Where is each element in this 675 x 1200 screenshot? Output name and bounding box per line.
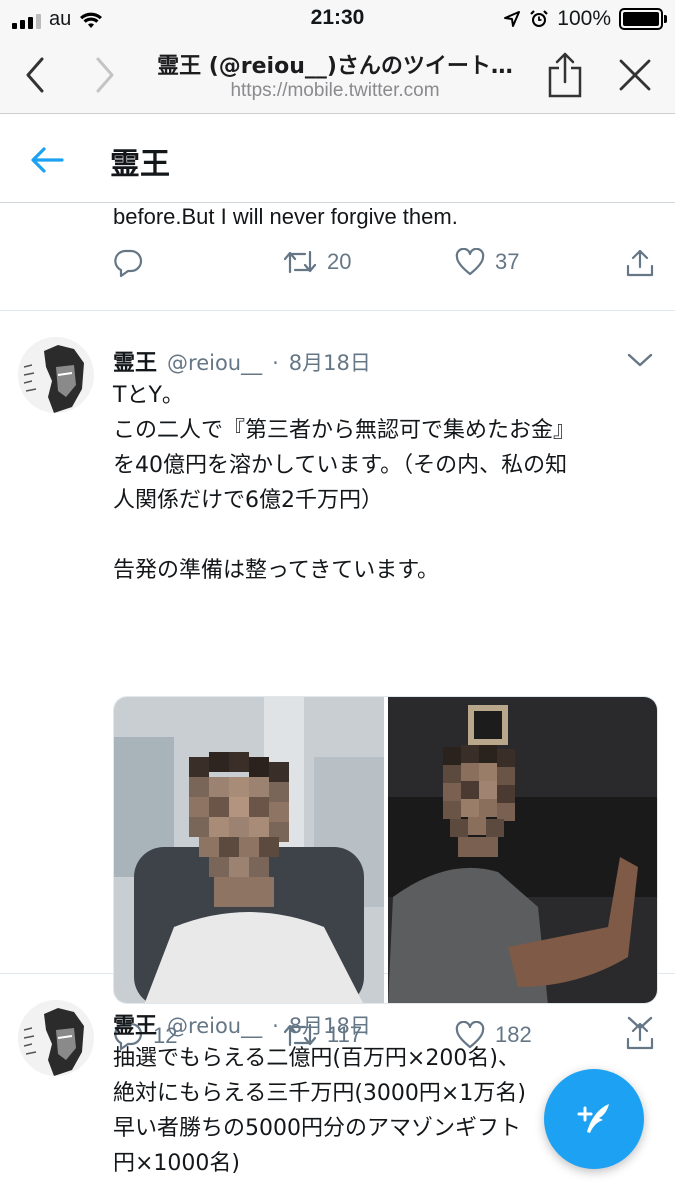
- reply-button[interactable]: [113, 248, 143, 278]
- app-header: 霊王: [0, 115, 675, 203]
- tweet-date[interactable]: 8月18日: [289, 347, 371, 377]
- share-icon[interactable]: [540, 50, 590, 100]
- tweet-line: この二人で『第三者から無認可で集めたお金』: [113, 418, 576, 443]
- tweet-line: を40億円を溶かしています。（その内、私の知: [113, 453, 568, 478]
- retweet-button[interactable]: 20: [283, 248, 351, 276]
- forward-icon[interactable]: [80, 50, 130, 100]
- reply-icon: [114, 249, 143, 278]
- alarm-icon: [530, 10, 549, 27]
- retweet-icon: [283, 250, 317, 274]
- battery-icon: [619, 8, 667, 30]
- status-bar: au 21:30 100%: [0, 0, 675, 40]
- arrow-left-icon[interactable]: [22, 135, 72, 185]
- like-icon: [455, 248, 485, 276]
- location-icon: [504, 11, 521, 27]
- tweet-line: TとY。: [113, 383, 184, 408]
- tweet-text: before.But I will never forgive them.: [113, 204, 458, 229]
- page-url[interactable]: https://mobile.twitter.com: [135, 80, 535, 102]
- tweet-text: TとY。 この二人で『第三者から無認可で集めたお金』 を40億円を溶かしています…: [113, 378, 661, 588]
- caret-down-icon[interactable]: [625, 345, 655, 375]
- author-handle[interactable]: @reiou__: [167, 1014, 262, 1038]
- tweet[interactable]: 霊王 @reiou__ · 8月18日 TとY。 この二人で『第三者から無認可で…: [0, 311, 675, 1051]
- close-icon[interactable]: [610, 50, 660, 100]
- share-button[interactable]: [625, 248, 655, 278]
- tweet-actions: 20 37: [113, 248, 658, 288]
- avatar[interactable]: [18, 337, 94, 413]
- like-button[interactable]: 37: [455, 248, 519, 276]
- page-title: 霊王 (@reiou__)さんのツイート…: [157, 54, 513, 79]
- author-name[interactable]: 霊王: [113, 345, 157, 377]
- author-handle[interactable]: @reiou__: [167, 351, 262, 375]
- separator-dot: ·: [272, 1014, 279, 1038]
- like-count: 37: [495, 249, 520, 274]
- back-icon[interactable]: [10, 50, 60, 100]
- battery-percent: 100%: [557, 7, 611, 30]
- tweet-line: 告発の準備は整ってきています。: [113, 558, 440, 583]
- share-icon: [626, 249, 654, 277]
- caret-down-icon[interactable]: [625, 1008, 655, 1038]
- tweet-media[interactable]: [113, 696, 658, 1004]
- author-name[interactable]: 霊王: [113, 1008, 157, 1040]
- retweet-count: 20: [327, 249, 352, 274]
- separator-dot: ·: [272, 351, 279, 375]
- avatar[interactable]: [18, 1000, 94, 1076]
- compose-icon: [577, 1104, 609, 1133]
- avatar-image: [18, 337, 94, 413]
- tweet-line: [113, 518, 661, 553]
- tweet-header: 霊王 @reiou__ · 8月18日: [113, 1008, 371, 1040]
- tweet-line: 人関係だけで6億2千万円）: [113, 488, 383, 513]
- status-right: 100%: [503, 7, 667, 31]
- photo-2[interactable]: [387, 697, 657, 1003]
- tweet-date[interactable]: 8月18日: [289, 1010, 371, 1040]
- compose-button[interactable]: [544, 1069, 644, 1169]
- tweet-feed[interactable]: before.But I will never forgive them. 20…: [0, 204, 675, 1200]
- avatar-image: [18, 1000, 94, 1076]
- tweet-partial[interactable]: before.But I will never forgive them. 20…: [0, 204, 675, 311]
- photo-1[interactable]: [114, 697, 384, 1003]
- browser-toolbar: 霊王 (@reiou__)さんのツイート… https://mobile.twi…: [0, 40, 675, 114]
- tweet-header: 霊王 @reiou__ · 8月18日: [113, 345, 371, 377]
- profile-title: 霊王: [110, 147, 170, 182]
